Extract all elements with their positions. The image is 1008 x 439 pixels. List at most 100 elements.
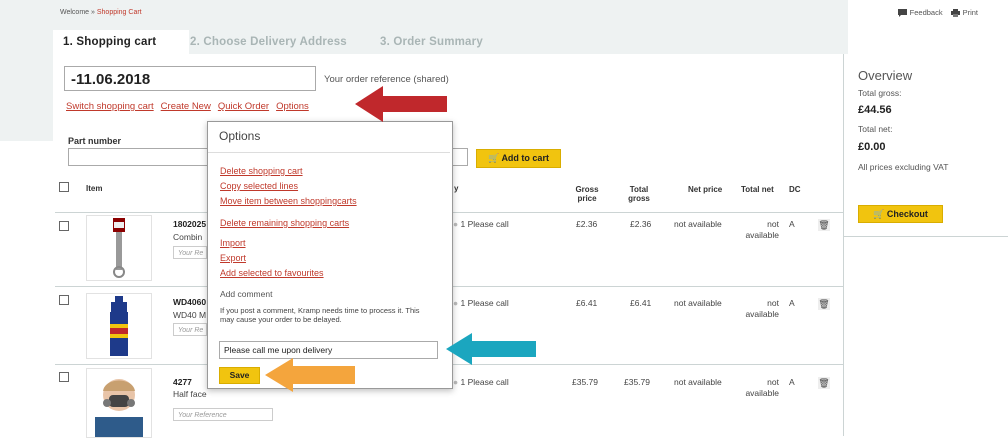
product-description: Combin	[173, 232, 203, 242]
line-reference-input[interactable]: Your Re	[173, 323, 207, 336]
breadcrumb-current: Shopping Cart	[96, 9, 142, 16]
column-dc: DC	[789, 185, 801, 194]
printer-icon	[950, 8, 960, 17]
options-link[interactable]: Options	[276, 101, 309, 112]
gross-price: £35.79	[572, 377, 598, 387]
net-price: not available	[674, 298, 722, 308]
tab-order-summary[interactable]: 3. Order Summary	[380, 30, 483, 54]
total-gross: £35.79	[624, 377, 650, 387]
total-gross-value: £44.56	[858, 104, 892, 116]
product-description: WD40 M	[173, 310, 207, 320]
gross-price: £2.36	[576, 219, 598, 229]
product-description: Half face	[173, 389, 207, 399]
total-net: not available	[745, 219, 779, 240]
product-image-wd40[interactable]	[86, 293, 152, 359]
total-gross: £2.36	[630, 219, 652, 229]
info-icon: ●	[453, 377, 459, 387]
column-quantity: y	[454, 184, 459, 193]
availability: ● 1 Please call	[453, 298, 509, 308]
red-arrow-annotation	[355, 86, 447, 122]
orange-arrow-annotation	[265, 358, 355, 392]
switch-cart-link[interactable]: Switch shopping cart	[66, 101, 154, 112]
save-button[interactable]: Save	[219, 367, 260, 384]
row-checkbox[interactable]	[59, 295, 69, 305]
total-net-value: £0.00	[858, 141, 886, 153]
trash-icon[interactable]: 🗑	[818, 219, 830, 231]
wrench-icon	[113, 218, 125, 278]
print-link[interactable]: Print	[950, 8, 978, 17]
part-number[interactable]: 1802025	[173, 219, 206, 229]
overview-title: Overview	[858, 68, 913, 83]
top-right-actions: Feedback Print	[897, 8, 978, 17]
spray-can-icon	[110, 296, 128, 356]
move-item-link[interactable]: Move item between shoppingcarts	[220, 196, 357, 206]
person-mask-icon	[95, 379, 143, 437]
breadcrumb-home[interactable]: Welcome	[60, 9, 89, 16]
net-price: not available	[674, 377, 722, 387]
overview-divider	[844, 236, 1008, 237]
add-to-favourites-link[interactable]: Add selected to favourites	[220, 268, 324, 278]
options-popup-title: Options	[219, 129, 261, 143]
add-comment-heading: Add comment	[220, 289, 273, 299]
import-link[interactable]: Import	[220, 238, 246, 248]
options-popup-divider	[208, 152, 450, 153]
vat-note: All prices excluding VAT	[858, 162, 949, 172]
net-price: not available	[674, 219, 722, 229]
delete-cart-link[interactable]: Delete shopping cart	[220, 166, 303, 176]
tab-choose-delivery-address[interactable]: 2. Choose Delivery Address	[190, 30, 347, 54]
feedback-label: Feedback	[909, 8, 943, 17]
dc-value: A	[789, 377, 795, 387]
cart-icon: 🛒	[873, 209, 885, 219]
availability-text: 1 Please call	[460, 219, 509, 229]
availability-text: 1 Please call	[460, 377, 509, 387]
checkout-button[interactable]: 🛒 Checkout	[858, 205, 943, 223]
feedback-link[interactable]: Feedback	[897, 8, 943, 17]
select-all-checkbox[interactable]	[59, 182, 69, 192]
export-link[interactable]: Export	[220, 253, 246, 263]
row-checkbox[interactable]	[59, 221, 69, 231]
part-number[interactable]: 4277	[173, 377, 192, 387]
total-net-label: Total net:	[858, 124, 893, 134]
total-gross: £6.41	[630, 298, 652, 308]
delete-remaining-carts-link[interactable]: Delete remaining shopping carts	[220, 218, 349, 228]
line-reference-input[interactable]: Your Re	[173, 246, 207, 259]
tab-shopping-cart[interactable]: 1. Shopping cart	[53, 30, 189, 54]
breadcrumb: Welcome » Shopping Cart	[60, 9, 142, 16]
total-net: not available	[745, 298, 779, 319]
column-net-price: Net price	[688, 185, 723, 194]
gross-price: £6.41	[576, 298, 598, 308]
dc-value: A	[789, 298, 795, 308]
total-net: not available	[745, 377, 779, 398]
column-total-net: Total net	[741, 185, 774, 194]
trash-icon[interactable]: 🗑	[818, 298, 830, 310]
cart-links: Switch shopping cart Create New Quick Or…	[66, 101, 309, 112]
teal-arrow-annotation	[446, 333, 536, 365]
trash-icon[interactable]: 🗑	[818, 377, 830, 389]
part-number[interactable]: WD4060	[173, 297, 206, 307]
print-label: Print	[962, 8, 978, 17]
column-total-gross: Total gross	[628, 185, 650, 203]
comment-note: If you post a comment, Kramp needs time …	[220, 306, 420, 324]
quick-order-link[interactable]: Quick Order	[218, 101, 269, 112]
add-to-cart-button[interactable]: 🛒 Add to cart	[476, 149, 561, 168]
row-checkbox[interactable]	[59, 372, 69, 382]
product-image-wrench[interactable]	[86, 215, 152, 281]
order-reference-input[interactable]: -11.06.2018	[64, 66, 316, 91]
column-gross-price: Gross price	[575, 185, 599, 203]
speech-bubble-icon	[897, 8, 907, 17]
line-reference-input[interactable]: Your Reference	[173, 408, 273, 421]
copy-lines-link[interactable]: Copy selected lines	[220, 181, 298, 191]
product-image-half-face-mask[interactable]	[86, 368, 152, 438]
part-number-label: Part number	[68, 136, 122, 146]
info-icon: ●	[453, 219, 459, 229]
breadcrumb-separator: »	[91, 9, 95, 16]
checkout-label: Checkout	[886, 209, 928, 219]
availability-text: 1 Please call	[460, 298, 509, 308]
add-to-cart-label: Add to cart	[501, 153, 549, 163]
dc-value: A	[789, 219, 795, 229]
total-gross-label: Total gross:	[858, 88, 902, 98]
column-item: Item	[86, 184, 103, 193]
cart-icon: 🛒	[488, 153, 500, 163]
create-new-link[interactable]: Create New	[161, 101, 211, 112]
availability: ● 1 Please call	[453, 219, 509, 229]
